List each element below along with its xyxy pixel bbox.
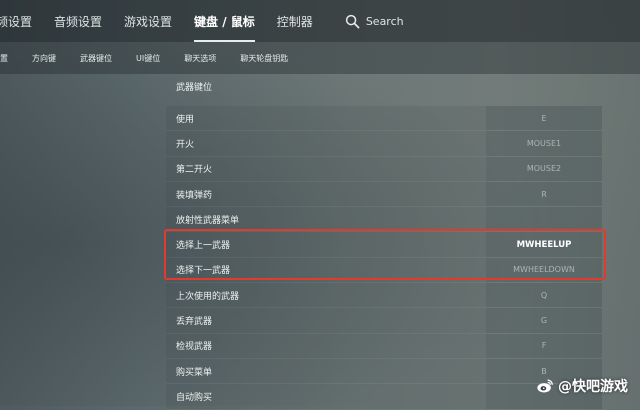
binding-key[interactable]: E [486, 106, 602, 131]
binding-row: 上次使用的武器 Q [166, 283, 602, 309]
binding-key[interactable]: G [486, 308, 602, 333]
binding-key[interactable]: MOUSE1 [486, 131, 602, 156]
weibo-logo-icon [537, 379, 553, 393]
binding-row-next-weapon: 选择下一武器 MWHEELDOWN [166, 257, 602, 284]
binding-key[interactable]: MWHEELUP [486, 232, 602, 257]
binding-row: 使用 E [166, 106, 602, 132]
search-button[interactable]: Search [345, 14, 404, 29]
watermark: @快吧游戏 [536, 376, 628, 396]
tab-controller[interactable]: 控制器 [277, 13, 313, 30]
binding-row-prev-weapon: 选择上一武器 MWHEELUP [166, 232, 602, 258]
tab-keyboard-mouse[interactable]: 键盘 / 鼠标 [194, 13, 255, 42]
subtab-movement-keys[interactable]: 方向键 [32, 53, 56, 64]
subtab-weapon-keys[interactable]: 武器键位 [80, 53, 112, 64]
binding-row: 丢弃武器 G [166, 308, 602, 334]
tab-audio-settings[interactable]: 音频设置 [0, 13, 32, 30]
subtab-ui-keys[interactable]: UI键位 [136, 53, 160, 64]
binding-key[interactable] [486, 207, 602, 232]
top-nav-bar: 音频设置 音频设置 游戏设置 键盘 / 鼠标 控制器 Search [0, 0, 640, 42]
tab-audio-settings-2[interactable]: 音频设置 [54, 13, 102, 30]
section-title: 武器键位 [176, 83, 213, 93]
subtab-settings[interactable]: 设置 [0, 53, 8, 64]
binding-row: 检视武器 F [166, 333, 602, 359]
subtab-chat-options[interactable]: 聊天选项 [184, 53, 216, 64]
binding-key[interactable]: MWHEELDOWN [486, 257, 602, 283]
key-binding-panel: 武器键位 使用 E 开火 MOUSE1 第二开火 MOUSE2 装填弹药 R 放… [166, 78, 602, 410]
binding-row: 第二开火 MOUSE2 [166, 156, 602, 182]
subtab-chat-wheel-keys[interactable]: 聊天轮盘钥匙 [240, 53, 288, 64]
search-label: Search [365, 14, 404, 28]
binding-key[interactable]: MOUSE2 [486, 156, 602, 181]
binding-row: 放射性武器菜单 [166, 207, 602, 233]
search-icon [345, 14, 360, 28]
sub-nav-bar: 设置 方向键 武器键位 UI键位 聊天选项 聊天轮盘钥匙 [0, 42, 640, 74]
watermark-text: @快吧游戏 [558, 379, 628, 395]
tab-game-settings[interactable]: 游戏设置 [124, 13, 172, 30]
binding-row: 装填弹药 R [166, 181, 602, 208]
binding-row: 开火 MOUSE1 [166, 131, 602, 157]
binding-key[interactable]: F [486, 333, 602, 358]
binding-key[interactable]: R [486, 181, 602, 207]
binding-key[interactable]: Q [486, 283, 602, 308]
